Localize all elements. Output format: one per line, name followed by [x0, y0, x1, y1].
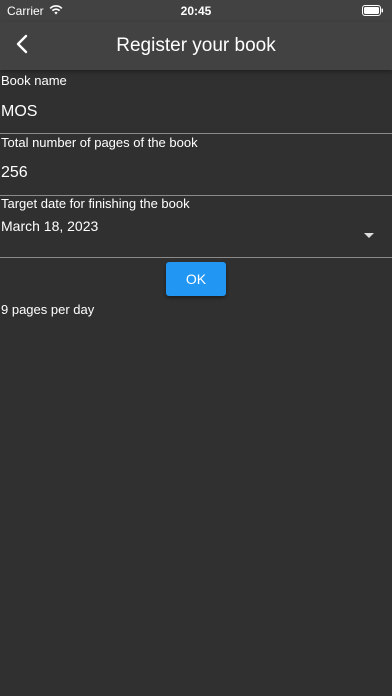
battery-icon [362, 5, 384, 16]
total-pages-label: Total number of pages of the book [1, 135, 198, 150]
total-pages-input[interactable]: 256 [1, 164, 28, 182]
ok-button[interactable]: OK [166, 262, 226, 296]
target-date-value[interactable]: March 18, 2023 [1, 218, 98, 234]
app-bar: Register your book [0, 22, 392, 70]
book-name-input[interactable]: MOS [1, 103, 37, 121]
status-time: 20:45 [180, 4, 212, 18]
total-pages-field[interactable]: Total number of pages of the book 256 [0, 134, 392, 196]
page-title: Register your book [116, 35, 276, 56]
status-bar: Carrier 20:45 [0, 0, 392, 22]
caret-down-icon[interactable] [364, 226, 374, 238]
target-date-dropdown[interactable]: Target date for finishing the book March… [0, 196, 392, 258]
register-form: Book name MOS Total number of pages of t… [0, 72, 392, 258]
target-date-label: Target date for finishing the book [1, 196, 190, 211]
pages-per-day-result: 9 pages per day [1, 302, 95, 317]
book-name-label: Book name [1, 73, 67, 88]
book-name-field[interactable]: Book name MOS [0, 72, 392, 134]
